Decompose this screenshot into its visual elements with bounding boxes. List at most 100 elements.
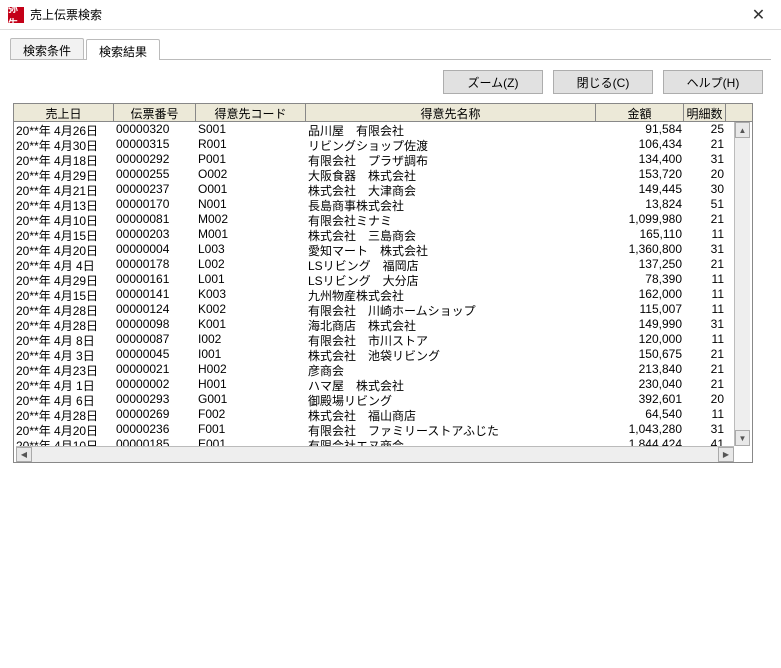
cell-num: 00000170 (114, 197, 196, 212)
help-button[interactable]: ヘルプ(H) (663, 70, 763, 94)
table-row[interactable]: 20**年 4月 8日00000087I002有限会社 市川ストア120,000… (14, 332, 752, 347)
table-row[interactable]: 20**年 4月13日00000170N001長島商事株式会社13,82451 (14, 197, 752, 212)
header-amount[interactable]: 金額 (596, 104, 684, 121)
cell-count: 31 (684, 317, 726, 332)
cell-date: 20**年 4月 3日 (14, 347, 114, 362)
cell-num: 00000124 (114, 302, 196, 317)
table-row[interactable]: 20**年 4月28日00000124K002有限会社 川崎ホームショップ115… (14, 302, 752, 317)
cell-amount: 120,000 (596, 332, 684, 347)
tab-search-results[interactable]: 検索結果 (86, 39, 160, 60)
cell-date: 20**年 4月20日 (14, 242, 114, 257)
header-number[interactable]: 伝票番号 (114, 104, 196, 121)
table-row[interactable]: 20**年 4月20日00000004L003愛知マート 株式会社1,360,8… (14, 242, 752, 257)
cell-name: 有限会社ミナミ (306, 212, 596, 227)
table-row[interactable]: 20**年 4月15日00000203M001株式会社 三島商会165,1101… (14, 227, 752, 242)
cell-count: 11 (684, 272, 726, 287)
cell-code: K002 (196, 302, 306, 317)
cell-date: 20**年 4月28日 (14, 317, 114, 332)
cell-count: 31 (684, 152, 726, 167)
scroll-right-icon[interactable]: ▶ (718, 447, 734, 462)
cell-name: 御殿場リビング (306, 392, 596, 407)
cell-date: 20**年 4月28日 (14, 407, 114, 422)
titlebar[interactable]: 弥生 売上伝票検索 ✕ (0, 0, 781, 30)
scroll-track[interactable] (32, 447, 718, 462)
cell-date: 20**年 4月18日 (14, 152, 114, 167)
cell-num: 00000315 (114, 137, 196, 152)
cell-count: 11 (684, 227, 726, 242)
cell-code: L002 (196, 257, 306, 272)
cell-name: 有限会社 市川ストア (306, 332, 596, 347)
cell-count: 51 (684, 197, 726, 212)
cell-code: I002 (196, 332, 306, 347)
table-row[interactable]: 20**年 4月28日00000269F002株式会社 福山商店64,54011 (14, 407, 752, 422)
cell-date: 20**年 4月26日 (14, 122, 114, 137)
table-row[interactable]: 20**年 4月18日00000292P001有限会社 プラザ調布134,400… (14, 152, 752, 167)
cell-amount: 13,824 (596, 197, 684, 212)
cell-count: 21 (684, 137, 726, 152)
table-row[interactable]: 20**年 4月 4日00000178L002LSリビング 福岡店137,250… (14, 257, 752, 272)
cell-num: 00000292 (114, 152, 196, 167)
table-row[interactable]: 20**年 4月21日00000237O001株式会社 大津商会149,4453… (14, 182, 752, 197)
cell-count: 31 (684, 422, 726, 437)
close-button[interactable]: 閉じる(C) (553, 70, 653, 94)
tab-strip: 検索条件 検索結果 (10, 38, 771, 60)
cell-date: 20**年 4月 4日 (14, 257, 114, 272)
table-row[interactable]: 20**年 4月23日00000021H002彦商会213,84021 (14, 362, 752, 377)
table-row[interactable]: 20**年 4月30日00000315R001リビングショップ佐渡106,434… (14, 137, 752, 152)
cell-code: R001 (196, 137, 306, 152)
cell-num: 00000203 (114, 227, 196, 242)
cell-code: S001 (196, 122, 306, 137)
cell-amount: 1,043,280 (596, 422, 684, 437)
cell-amount: 115,007 (596, 302, 684, 317)
cell-name: 品川屋 有限会社 (306, 122, 596, 137)
cell-date: 20**年 4月30日 (14, 137, 114, 152)
cell-code: M001 (196, 227, 306, 242)
tab-search-conditions[interactable]: 検索条件 (10, 38, 84, 59)
zoom-button[interactable]: ズーム(Z) (443, 70, 543, 94)
cell-num: 00000004 (114, 242, 196, 257)
cell-amount: 165,110 (596, 227, 684, 242)
cell-amount: 91,584 (596, 122, 684, 137)
cell-num: 00000141 (114, 287, 196, 302)
cell-code: L001 (196, 272, 306, 287)
cell-amount: 149,990 (596, 317, 684, 332)
cell-num: 00000081 (114, 212, 196, 227)
cell-num: 00000002 (114, 377, 196, 392)
cell-code: G001 (196, 392, 306, 407)
table-row[interactable]: 20**年 4月26日00000320S001品川屋 有限会社91,58425 (14, 122, 752, 137)
cell-amount: 137,250 (596, 257, 684, 272)
cell-count: 31 (684, 242, 726, 257)
table-row[interactable]: 20**年 4月29日00000255O002大阪食器 株式会社153,7202… (14, 167, 752, 182)
cell-name: LSリビング 福岡店 (306, 257, 596, 272)
table-row[interactable]: 20**年 4月 3日00000045I001株式会社 池袋リビング150,67… (14, 347, 752, 362)
table-row[interactable]: 20**年 4月29日00000161L001LSリビング 大分店78,3901… (14, 272, 752, 287)
horizontal-scrollbar[interactable]: ◀ ▶ (16, 446, 734, 462)
table-row[interactable]: 20**年 4月 1日00000002H001ハマ屋 株式会社230,04021 (14, 377, 752, 392)
scroll-up-icon[interactable]: ▲ (735, 122, 750, 138)
cell-code: F002 (196, 407, 306, 422)
cell-name: 株式会社 池袋リビング (306, 347, 596, 362)
header-count[interactable]: 明細数 (684, 104, 726, 121)
cell-count: 30 (684, 182, 726, 197)
table-row[interactable]: 20**年 4月 6日00000293G001御殿場リビング392,60120 (14, 392, 752, 407)
header-code[interactable]: 得意先コード (196, 104, 306, 121)
close-icon[interactable]: ✕ (736, 0, 781, 30)
cell-count: 11 (684, 332, 726, 347)
button-row: ズーム(Z) 閉じる(C) ヘルプ(H) (10, 70, 771, 94)
app-icon: 弥生 (8, 7, 24, 23)
table-row[interactable]: 20**年 4月15日00000141K003九州物産株式会社162,00011 (14, 287, 752, 302)
results-grid[interactable]: 売上日 伝票番号 得意先コード 得意先名称 金額 明細数 20**年 4月26日… (13, 103, 753, 463)
table-row[interactable]: 20**年 4月28日00000098K001海北商店 株式会社149,9903… (14, 317, 752, 332)
scroll-track[interactable] (735, 138, 750, 430)
table-row[interactable]: 20**年 4月20日00000236F001有限会社 ファミリーストアふじた1… (14, 422, 752, 437)
vertical-scrollbar[interactable]: ▲ ▼ (734, 122, 750, 446)
scroll-left-icon[interactable]: ◀ (16, 447, 32, 462)
cell-code: M002 (196, 212, 306, 227)
header-date[interactable]: 売上日 (14, 104, 114, 121)
header-name[interactable]: 得意先名称 (306, 104, 596, 121)
cell-date: 20**年 4月29日 (14, 272, 114, 287)
cell-amount: 106,434 (596, 137, 684, 152)
scroll-down-icon[interactable]: ▼ (735, 430, 750, 446)
cell-amount: 1,360,800 (596, 242, 684, 257)
table-row[interactable]: 20**年 4月10日00000081M002有限会社ミナミ1,099,9802… (14, 212, 752, 227)
